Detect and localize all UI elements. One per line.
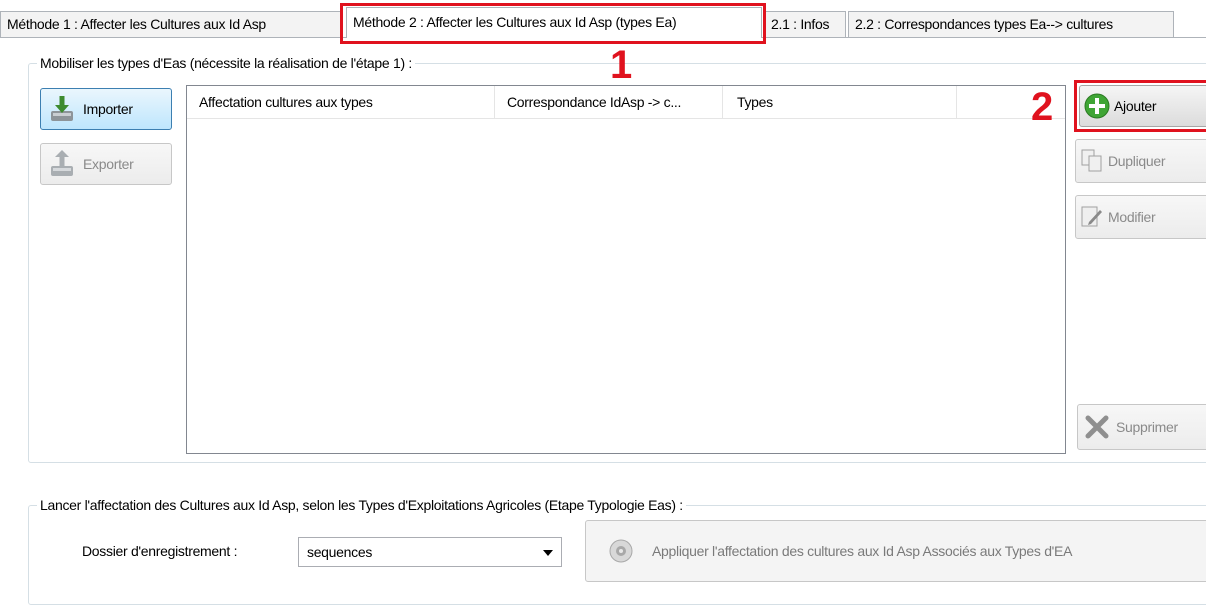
tab-methode-2[interactable]: Méthode 2 : Affecter les Cultures aux Id… xyxy=(346,7,762,38)
apply-label: Appliquer l'affectation des cultures aux… xyxy=(652,543,1073,559)
group-title-launch: Lancer l'affectation des Cultures aux Id… xyxy=(37,496,686,514)
export-button[interactable]: Exporter xyxy=(40,143,172,185)
chevron-down-icon[interactable] xyxy=(543,550,553,556)
duplicate-button[interactable]: Dupliquer xyxy=(1075,139,1206,183)
annotation-marker-2: 2 xyxy=(1031,85,1053,129)
folder-label: Dossier d'enregistrement : xyxy=(82,543,238,559)
delete-x-icon xyxy=(1084,414,1110,440)
plus-circle-icon xyxy=(1084,93,1110,119)
edit-icon xyxy=(1080,204,1104,230)
apply-button[interactable]: Appliquer l'affectation des cultures aux… xyxy=(585,520,1206,582)
column-header-types[interactable]: Types xyxy=(723,86,957,118)
modify-label: Modifier xyxy=(1108,209,1156,225)
delete-button[interactable]: Supprimer xyxy=(1077,404,1206,450)
group-title-types: Mobiliser les types d'Eas (nécessite la … xyxy=(37,54,415,72)
import-arrow-icon xyxy=(47,94,77,124)
column-header-correspondance[interactable]: Correspondance IdAsp -> c... xyxy=(495,86,723,118)
duplicate-icon xyxy=(1080,148,1104,174)
tab-strip: Méthode 1 : Affecter les Cultures aux Id… xyxy=(0,0,1206,40)
list-header: Affectation cultures aux types Correspon… xyxy=(187,86,1065,119)
annotation-marker-1: 1 xyxy=(610,43,632,87)
folder-value: sequences xyxy=(307,544,373,560)
add-button[interactable]: Ajouter xyxy=(1079,85,1206,127)
import-label: Importer xyxy=(83,101,133,117)
types-list-view[interactable]: Affectation cultures aux types Correspon… xyxy=(186,85,1066,454)
tab-infos[interactable]: 2.1 : Infos xyxy=(764,11,846,37)
export-icon xyxy=(47,149,77,179)
folder-combobox[interactable]: sequences xyxy=(298,537,562,567)
duplicate-label: Dupliquer xyxy=(1108,153,1166,169)
tab-methode-1[interactable]: Méthode 1 : Affecter les Cultures aux Id… xyxy=(0,11,342,37)
import-button[interactable]: Importer xyxy=(40,88,172,130)
column-header-affectation[interactable]: Affectation cultures aux types xyxy=(187,86,495,118)
modify-button[interactable]: Modifier xyxy=(1075,195,1206,239)
tab-correspondances[interactable]: 2.2 : Correspondances types Ea--> cultur… xyxy=(848,11,1174,37)
delete-label: Supprimer xyxy=(1116,419,1178,435)
export-label: Exporter xyxy=(83,156,134,172)
add-label: Ajouter xyxy=(1114,98,1157,114)
apply-gear-icon xyxy=(608,538,634,564)
